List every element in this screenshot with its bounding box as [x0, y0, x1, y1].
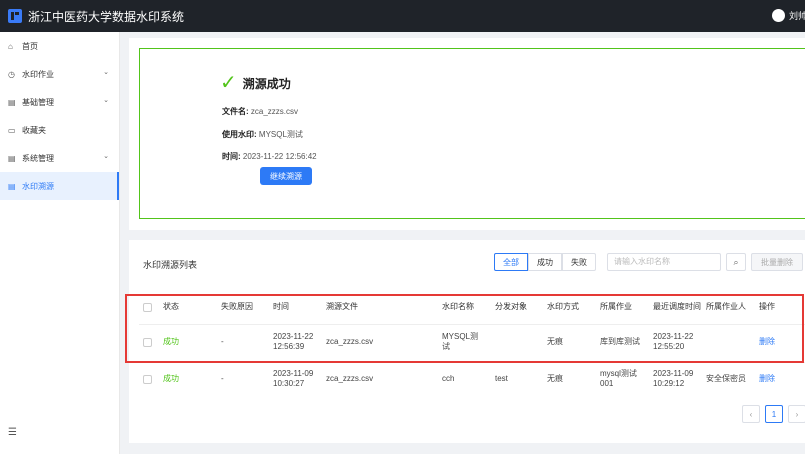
sidebar-item-label: 系统管理: [22, 153, 54, 163]
filename-value: zca_zzzs.csv: [250, 107, 299, 116]
app-title: 浙江中医药大学数据水印系统: [28, 9, 185, 24]
app-logo-icon: [8, 9, 22, 23]
target-cell: test: [495, 374, 508, 383]
result-title: 溯源成功: [242, 76, 291, 91]
wm-name-cell: MYSQL测试: [442, 332, 479, 351]
collapse-menu-icon[interactable]: ☰: [8, 427, 17, 438]
table-row: 成功 - 2023-11-09 10:30:27 zca_zzzs.csv cc…: [129, 364, 805, 394]
delete-link[interactable]: 删除: [759, 364, 775, 394]
job-cell: 库到库测试: [600, 337, 640, 346]
col-time: 时间: [273, 302, 289, 311]
col-file: 溯源文件: [326, 302, 358, 311]
search-input[interactable]: 请输入水印名称: [607, 253, 721, 271]
col-status: 状态: [163, 302, 179, 311]
result-time: 时间: 2023-11-22 12:56:42: [222, 151, 317, 162]
sidebar-item-system-management[interactable]: ▤ 系统管理 ⌄: [0, 144, 119, 172]
watermark-value: MYSQL测试: [258, 130, 303, 139]
filter-fail-button[interactable]: 失败: [562, 253, 596, 271]
sidebar-item-basic-management[interactable]: ▤ 基础管理 ⌄: [0, 88, 119, 116]
divider: [139, 324, 805, 325]
time-label: 时间:: [222, 152, 241, 161]
reason-cell: -: [221, 374, 224, 383]
col-owner: 所属作业人: [706, 302, 746, 311]
sidebar-item-home[interactable]: ⌂ 首页: [0, 32, 119, 60]
sidebar-item-watermark-trace[interactable]: ▤ 水印溯源: [0, 172, 119, 200]
owner-cell: 安全保密员: [706, 374, 746, 383]
search-icon[interactable]: ⌕: [726, 253, 746, 271]
reason-cell: -: [221, 337, 224, 346]
result-filename: 文件名: zca_zzzs.csv: [222, 106, 298, 117]
delete-link[interactable]: 删除: [759, 326, 775, 358]
user-menu[interactable]: 刘帅: [772, 9, 805, 22]
chevron-down-icon: ⌄: [103, 153, 109, 160]
table-row: 成功 - 2023-11-22 12:56:39 zca_zzzs.csv MY…: [129, 326, 805, 358]
table-header: 状态 失败原因 时间 溯源文件 水印名称 分发对象 水印方式 所属作业 最近调度…: [129, 296, 805, 318]
select-all-checkbox[interactable]: [143, 296, 152, 318]
next-page-button[interactable]: ›: [788, 405, 805, 423]
recent-cell: 2023-11-09 10:29:12: [653, 369, 694, 388]
job-cell: mysql测试001: [600, 369, 637, 388]
trace-list-card: 水印溯源列表 全部 成功 失败 请输入水印名称 ⌕ 批量删除 状态 失败原因 时…: [129, 240, 805, 443]
list-title: 水印溯源列表: [143, 260, 198, 270]
col-method: 水印方式: [547, 302, 579, 311]
col-wm-name: 水印名称: [442, 302, 474, 311]
sidebar-item-label: 收藏夹: [22, 125, 46, 135]
wm-name-cell: cch: [442, 374, 455, 383]
chevron-down-icon: ⌄: [103, 97, 109, 104]
filter-all-button[interactable]: 全部: [494, 253, 528, 271]
sidebar-item-label: 基础管理: [22, 97, 54, 107]
method-cell: 无痕: [547, 337, 563, 346]
top-bar: 浙江中医药大学数据水印系统 刘帅: [0, 0, 805, 32]
chevron-down-icon: ⌄: [103, 69, 109, 76]
status-badge: 成功: [163, 374, 179, 383]
status-badge: 成功: [163, 337, 179, 346]
filename-label: 文件名:: [222, 107, 249, 116]
file-cell: zca_zzzs.csv: [326, 374, 374, 383]
doc-icon: ▤: [8, 97, 16, 107]
row-checkbox[interactable]: [143, 364, 152, 394]
recent-cell: 2023-11-22 12:55:20: [653, 332, 694, 351]
sidebar-item-label: 水印溯源: [22, 181, 54, 191]
folder-icon: ▭: [8, 125, 16, 135]
prev-page-button[interactable]: ‹: [742, 405, 760, 423]
page-number-button[interactable]: 1: [765, 405, 783, 423]
doc-icon: ▤: [8, 181, 16, 191]
sidebar-item-favorites[interactable]: ▭ 收藏夹: [0, 116, 119, 144]
result-panel: ✓ 溯源成功 文件名: zca_zzzs.csv 使用水印: MYSQL测试 时…: [139, 48, 805, 219]
watermark-label: 使用水印:: [222, 130, 257, 139]
avatar[interactable]: [772, 9, 785, 22]
sidebar: ⌂ 首页 ◷ 水印作业 ⌄ ▤ 基础管理 ⌄ ▭ 收藏夹 ▤ 系统管理 ⌄ ▤ …: [0, 32, 120, 454]
trace-result-card: ✓ 溯源成功 文件名: zca_zzzs.csv 使用水印: MYSQL测试 时…: [129, 38, 805, 230]
col-action: 操作: [759, 302, 775, 311]
time-value: 2023-11-22 12:56:42: [242, 152, 317, 161]
username[interactable]: 刘帅: [789, 9, 805, 22]
col-target: 分发对象: [495, 302, 527, 311]
clock-icon: ◷: [8, 69, 15, 79]
file-cell: zca_zzzs.csv: [326, 337, 374, 346]
doc-icon: ▤: [8, 153, 16, 163]
col-reason: 失败原因: [221, 302, 253, 311]
continue-trace-button[interactable]: 继续溯源: [260, 167, 312, 185]
batch-delete-button[interactable]: 批量删除: [751, 253, 803, 271]
time-cell: 2023-11-22 12:56:39: [273, 332, 314, 351]
result-watermark: 使用水印: MYSQL测试: [222, 129, 303, 140]
sidebar-item-label: 首页: [22, 41, 38, 51]
col-recent: 最近调度时间: [653, 302, 701, 311]
filter-success-button[interactable]: 成功: [528, 253, 562, 271]
home-icon: ⌂: [8, 41, 13, 51]
time-cell: 2023-11-09 10:30:27: [273, 369, 314, 388]
method-cell: 无痕: [547, 374, 563, 383]
check-icon: ✓: [220, 72, 237, 94]
divider: [139, 362, 805, 363]
col-job: 所属作业: [600, 302, 632, 311]
result-header: ✓ 溯源成功: [220, 73, 291, 93]
sidebar-item-watermark-job[interactable]: ◷ 水印作业 ⌄: [0, 60, 119, 88]
sidebar-item-label: 水印作业: [22, 69, 54, 79]
row-checkbox[interactable]: [143, 326, 152, 358]
